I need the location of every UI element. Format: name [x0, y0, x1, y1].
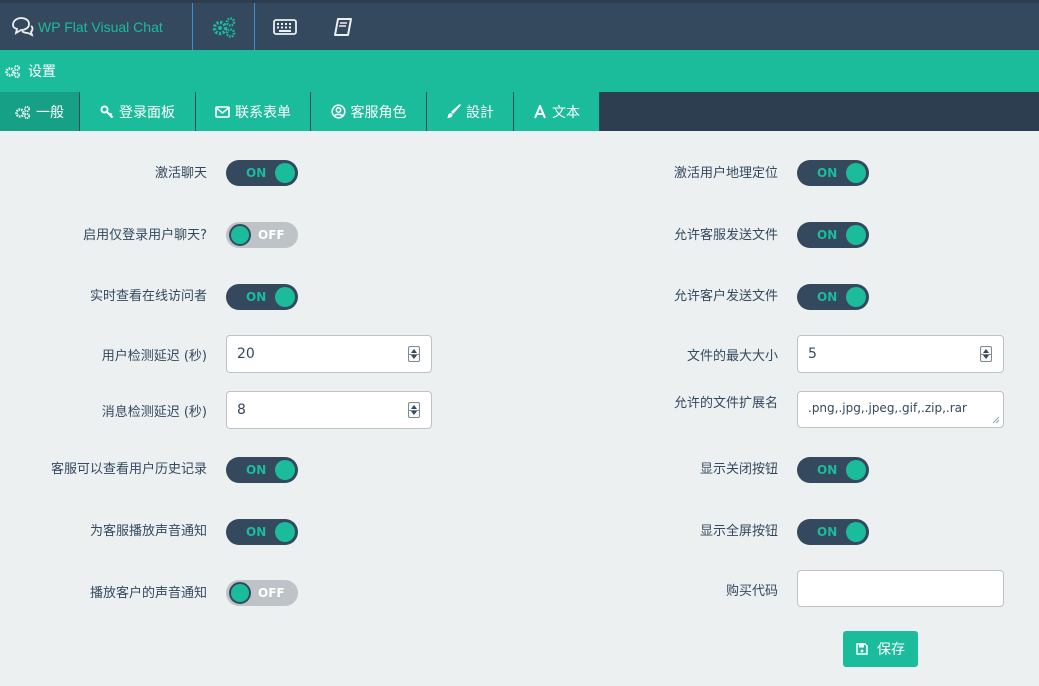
message-check-delay-input[interactable]: 8 [226, 391, 432, 429]
setting-label: 显示全屏按钮 [699, 524, 778, 539]
topnav-documentation[interactable] [314, 3, 372, 50]
tab-login-panel[interactable]: 登录面板 [80, 92, 196, 131]
show-fullscreen-button-toggle[interactable]: ON [797, 519, 869, 545]
setting-label: 消息检测延迟 (秒) [101, 405, 207, 420]
save-button[interactable]: 保存 [843, 631, 918, 667]
toggle-knob [846, 287, 866, 307]
setting-label: 启用仅登录用户聊天? [83, 228, 207, 243]
tab-label: 登录面板 [119, 104, 175, 121]
setting-label: 为客服播放声音通知 [89, 524, 207, 539]
tab-general[interactable]: 一般 [0, 92, 80, 131]
tab-label: 联系表单 [235, 104, 291, 121]
app-title: WP Flat Visual Chat [38, 18, 163, 35]
toggle-knob [275, 287, 295, 307]
tab-design[interactable]: 設計 [427, 92, 514, 131]
toggle-knob [229, 582, 251, 604]
realtime-visitors-toggle[interactable]: ON [226, 284, 298, 310]
toggle-knob [275, 163, 295, 183]
setting-label: 购买代码 [725, 584, 778, 599]
top-bar: WP Flat Visual Chat [0, 0, 1039, 50]
setting-label: 播放客户的声音通知 [89, 586, 207, 601]
toggle-knob [229, 224, 251, 246]
toggle-text: ON [817, 525, 838, 539]
input-value: 20 [237, 346, 255, 362]
topnav-keyboard[interactable] [256, 3, 314, 50]
tab-label: 客服角色 [350, 104, 407, 121]
toggle-knob [275, 460, 295, 480]
tab-label: 設計 [466, 104, 494, 121]
save-button-label: 保存 [877, 642, 905, 658]
toggle-text: OFF [258, 228, 285, 242]
toggle-text: ON [817, 290, 838, 304]
geolocation-toggle[interactable]: ON [797, 160, 869, 186]
font-icon [534, 104, 546, 118]
toggle-text: ON [246, 525, 267, 539]
operator-view-history-toggle[interactable]: ON [226, 457, 298, 483]
toggle-text: ON [817, 166, 838, 180]
toggle-text: ON [246, 290, 267, 304]
brand[interactable]: WP Flat Visual Chat [0, 3, 193, 50]
toggle-text: ON [246, 166, 267, 180]
input-value: 8 [237, 402, 246, 418]
allowed-extensions-textarea[interactable]: .png,.jpg,.jpeg,.gif,.zip,.rar [797, 391, 1004, 428]
setting-label: 文件的最大大小 [686, 349, 778, 364]
user-circle-icon [330, 104, 346, 119]
setting-label: 激活用户地理定位 [673, 166, 778, 181]
toggle-knob [846, 460, 866, 480]
operator-sound-toggle[interactable]: ON [226, 519, 298, 545]
setting-label: 实时查看在线访问者 [89, 289, 207, 304]
setting-label: 激活聊天 [154, 166, 207, 181]
activate-chat-toggle[interactable]: ON [226, 160, 298, 186]
setting-label: 允许客服发送文件 [673, 228, 778, 243]
number-spinner[interactable] [408, 402, 420, 418]
logged-users-only-toggle[interactable]: OFF [226, 222, 298, 248]
tab-label: 文本 [552, 104, 580, 121]
keyboard-icon [273, 18, 297, 35]
setting-label: 允许的文件扩展名 [673, 396, 778, 411]
number-spinner[interactable] [408, 346, 420, 362]
max-file-size-input[interactable]: 5 [797, 335, 1004, 373]
toggle-knob [846, 163, 866, 183]
book-icon [334, 17, 352, 36]
customer-send-files-toggle[interactable]: ON [797, 284, 869, 310]
purchase-code-input[interactable] [797, 570, 1004, 607]
topnav-settings[interactable] [194, 3, 255, 50]
key-icon [100, 105, 114, 118]
setting-label: 显示关闭按钮 [699, 462, 778, 477]
toggle-text: ON [817, 463, 838, 477]
tab-texts[interactable]: 文本 [514, 92, 600, 131]
setting-label: 用户检测延迟 (秒) [101, 349, 207, 364]
tab-contact-form[interactable]: 联系表单 [196, 92, 311, 131]
user-check-delay-input[interactable]: 20 [226, 335, 432, 373]
gears-icon [212, 16, 236, 38]
brush-icon [447, 104, 461, 118]
input-value: 5 [808, 346, 817, 362]
envelope-icon [215, 105, 230, 118]
tab-label: 一般 [36, 104, 64, 121]
show-close-button-toggle[interactable]: ON [797, 457, 869, 483]
settings-header: 设置 [0, 50, 1039, 92]
settings-tabs: 一般 登录面板 联系表单 客服角色 設計 文本 [0, 92, 1039, 131]
toggle-knob [275, 522, 295, 542]
gears-icon [15, 105, 31, 119]
tab-operator-roles[interactable]: 客服角色 [311, 92, 427, 131]
resize-handle-icon[interactable] [992, 416, 1000, 424]
textarea-value: .png,.jpg,.jpeg,.gif,.zip,.rar [808, 401, 967, 415]
operator-send-files-toggle[interactable]: ON [797, 222, 869, 248]
customer-sound-toggle[interactable]: OFF [226, 580, 298, 606]
chat-bubbles-icon [12, 16, 34, 37]
setting-label: 允许客户发送文件 [673, 289, 778, 304]
gears-icon [5, 64, 21, 78]
toggle-knob [846, 522, 866, 542]
toggle-text: OFF [258, 586, 285, 600]
toggle-text: ON [246, 463, 267, 477]
toggle-knob [846, 225, 866, 245]
page-title: 设置 [28, 64, 56, 80]
number-spinner[interactable] [980, 346, 992, 362]
toggle-text: ON [817, 228, 838, 242]
setting-label: 客服可以查看用户历史记录 [50, 462, 207, 477]
floppy-disk-icon [856, 643, 868, 655]
